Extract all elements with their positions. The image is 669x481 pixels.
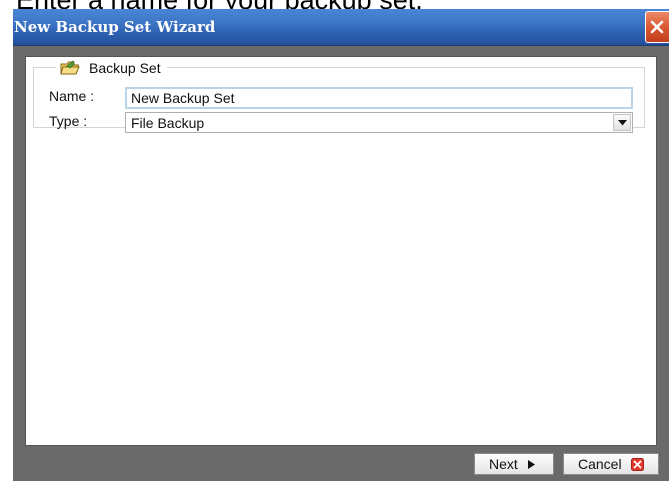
cancel-x-icon	[630, 457, 644, 471]
cancel-button[interactable]: Cancel	[563, 453, 659, 475]
type-dropdown-button[interactable]	[613, 114, 631, 131]
close-icon	[650, 20, 664, 34]
title-bar[interactable]: New Backup Set Wizard	[13, 9, 669, 46]
wizard-content-panel: Backup Set Name : Type : File Backup	[25, 56, 657, 446]
cancel-button-label: Cancel	[578, 456, 622, 472]
name-label: Name :	[49, 88, 95, 104]
chevron-down-icon	[618, 120, 627, 126]
close-button[interactable]	[645, 11, 669, 43]
wizard-window: New Backup Set Wizard Backup Set Name : …	[13, 9, 669, 481]
next-button[interactable]: Next	[474, 453, 554, 475]
folder-icon	[60, 60, 80, 75]
type-select[interactable]: File Backup	[125, 112, 633, 133]
next-button-label: Next	[489, 456, 518, 472]
type-label: Type :	[49, 113, 88, 129]
arrow-right-icon	[527, 459, 535, 469]
type-select-value: File Backup	[131, 115, 205, 131]
groupbox-legend: Backup Set	[56, 59, 167, 77]
groupbox-title: Backup Set	[89, 60, 161, 76]
window-title: New Backup Set Wizard	[14, 18, 216, 36]
name-input[interactable]	[125, 87, 633, 109]
